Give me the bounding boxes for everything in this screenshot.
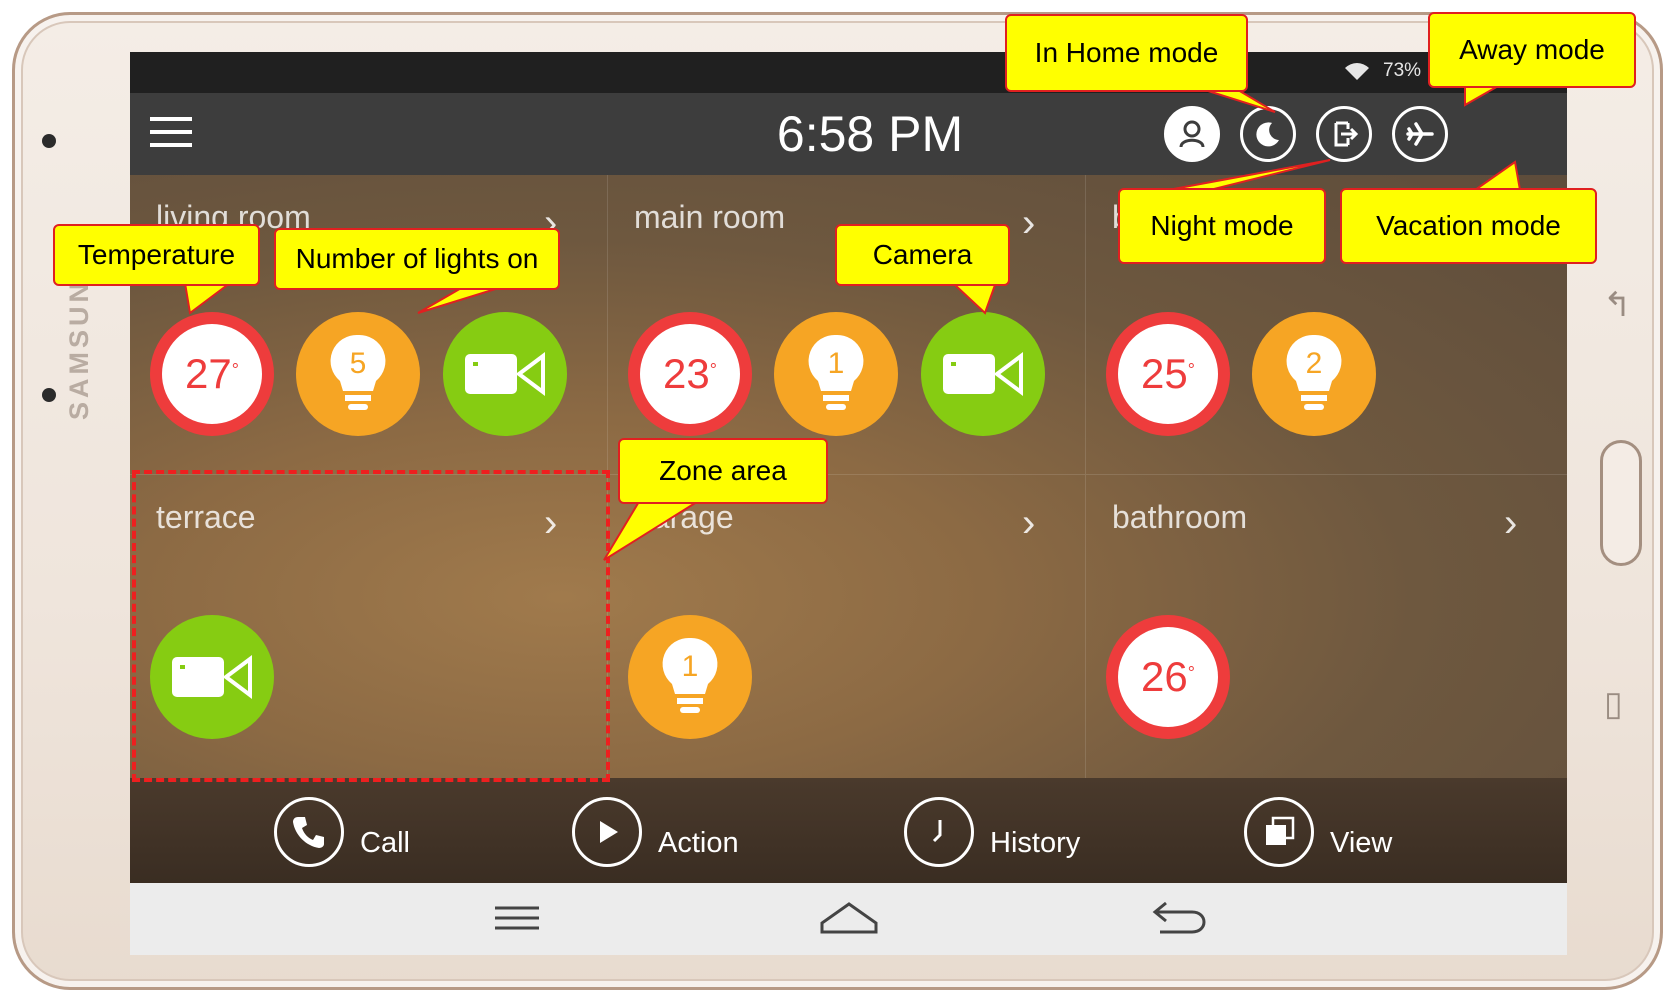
clock-icon bbox=[932, 820, 942, 843]
temperature-badge[interactable]: 27 ° bbox=[150, 312, 274, 436]
chevron-right-icon[interactable]: › bbox=[1022, 203, 1035, 243]
exit-door-icon bbox=[1334, 121, 1359, 147]
video-camera-icon bbox=[465, 352, 545, 396]
callout-number-of-lights-on: Number of lights on bbox=[274, 228, 560, 290]
zone-title: main room bbox=[634, 199, 786, 235]
front-camera bbox=[42, 134, 56, 148]
camera-badge[interactable] bbox=[921, 312, 1045, 436]
history-button[interactable]: History bbox=[904, 796, 1080, 868]
airplane-icon bbox=[1406, 122, 1434, 146]
play-icon bbox=[600, 821, 618, 843]
menu-nav-icon[interactable] bbox=[493, 903, 541, 938]
wifi-icon bbox=[1342, 60, 1372, 88]
action-button[interactable]: Action bbox=[572, 796, 739, 868]
lights-badge[interactable]: 1 bbox=[628, 615, 752, 739]
vacation-mode-button[interactable] bbox=[1392, 106, 1448, 162]
callout-in-home-mode: In Home mode bbox=[1005, 14, 1248, 92]
lights-badge[interactable]: 1 bbox=[774, 312, 898, 436]
lightbulb-icon: 5 bbox=[330, 334, 386, 410]
back-nav-icon[interactable] bbox=[1150, 899, 1208, 940]
lightbulb-icon: 1 bbox=[662, 637, 718, 713]
svg-text:1: 1 bbox=[828, 347, 845, 380]
home-nav-icon[interactable] bbox=[818, 901, 880, 940]
zone-bathroom[interactable]: bathroom › 26 ° bbox=[1086, 475, 1567, 778]
svg-text:2: 2 bbox=[1306, 347, 1323, 380]
history-label: History bbox=[990, 826, 1081, 859]
status-bar: 73% bbox=[130, 52, 1567, 93]
chevron-right-icon[interactable]: › bbox=[1022, 503, 1035, 543]
moon-icon bbox=[1256, 122, 1279, 147]
camera-badge[interactable] bbox=[443, 312, 567, 436]
video-camera-icon bbox=[943, 352, 1023, 396]
zone-title: bathroom bbox=[1112, 499, 1248, 535]
battery-level: 73% bbox=[1383, 60, 1422, 81]
call-label: Call bbox=[360, 826, 410, 859]
temperature-badge[interactable]: 25 ° bbox=[1106, 312, 1230, 436]
person-icon bbox=[1179, 120, 1205, 148]
zone-main-room[interactable]: main room › 23 ° 1 bbox=[608, 175, 1086, 475]
lights-badge[interactable]: 5 bbox=[296, 312, 420, 436]
callout-temperature: Temperature bbox=[53, 224, 260, 286]
menu-icon[interactable] bbox=[150, 117, 192, 156]
zone-garage[interactable]: garage › 1 bbox=[608, 475, 1086, 778]
home-mode-button[interactable] bbox=[1164, 106, 1220, 162]
clock: 6:58 PM bbox=[776, 106, 964, 162]
lightbulb-icon: 2 bbox=[1286, 334, 1342, 410]
zone-area-highlight bbox=[132, 470, 610, 782]
callout-camera: Camera bbox=[835, 224, 1010, 286]
callout-night-mode: Night mode bbox=[1118, 188, 1326, 264]
back-hardware-icon[interactable]: ↰ bbox=[1603, 285, 1632, 325]
recent-apps-hardware-icon[interactable]: ▯ bbox=[1604, 684, 1623, 724]
phone-icon bbox=[293, 817, 324, 848]
chevron-right-icon[interactable]: › bbox=[1504, 503, 1517, 543]
action-label: Action bbox=[658, 826, 739, 859]
android-nav-bar bbox=[130, 883, 1567, 955]
night-mode-button[interactable] bbox=[1240, 106, 1296, 162]
callout-vacation-mode: Vacation mode bbox=[1340, 188, 1597, 264]
zone-living-room[interactable]: living room › 27 ° 5 bbox=[130, 175, 608, 475]
windows-icon bbox=[1266, 816, 1295, 845]
call-button[interactable]: Call bbox=[274, 796, 410, 868]
top-bar: 6:58 PM bbox=[130, 93, 1567, 175]
temperature-badge[interactable]: 26 ° bbox=[1106, 615, 1230, 739]
bottom-action-bar: Call Action History View bbox=[130, 778, 1567, 883]
lights-badge[interactable]: 2 bbox=[1252, 312, 1376, 436]
svg-text:5: 5 bbox=[350, 347, 367, 380]
view-label: View bbox=[1330, 826, 1393, 859]
sensor-dot bbox=[42, 388, 56, 402]
zone-title: garage bbox=[634, 499, 734, 535]
view-button[interactable]: View bbox=[1244, 796, 1392, 868]
callout-zone-area: Zone area bbox=[618, 438, 828, 504]
temperature-badge[interactable]: 23 ° bbox=[628, 312, 752, 436]
callout-away-mode: Away mode bbox=[1428, 12, 1636, 88]
svg-text:1: 1 bbox=[682, 650, 699, 683]
home-hardware-button[interactable] bbox=[1600, 440, 1642, 566]
away-mode-button[interactable] bbox=[1316, 106, 1372, 162]
lightbulb-icon: 1 bbox=[808, 334, 864, 410]
